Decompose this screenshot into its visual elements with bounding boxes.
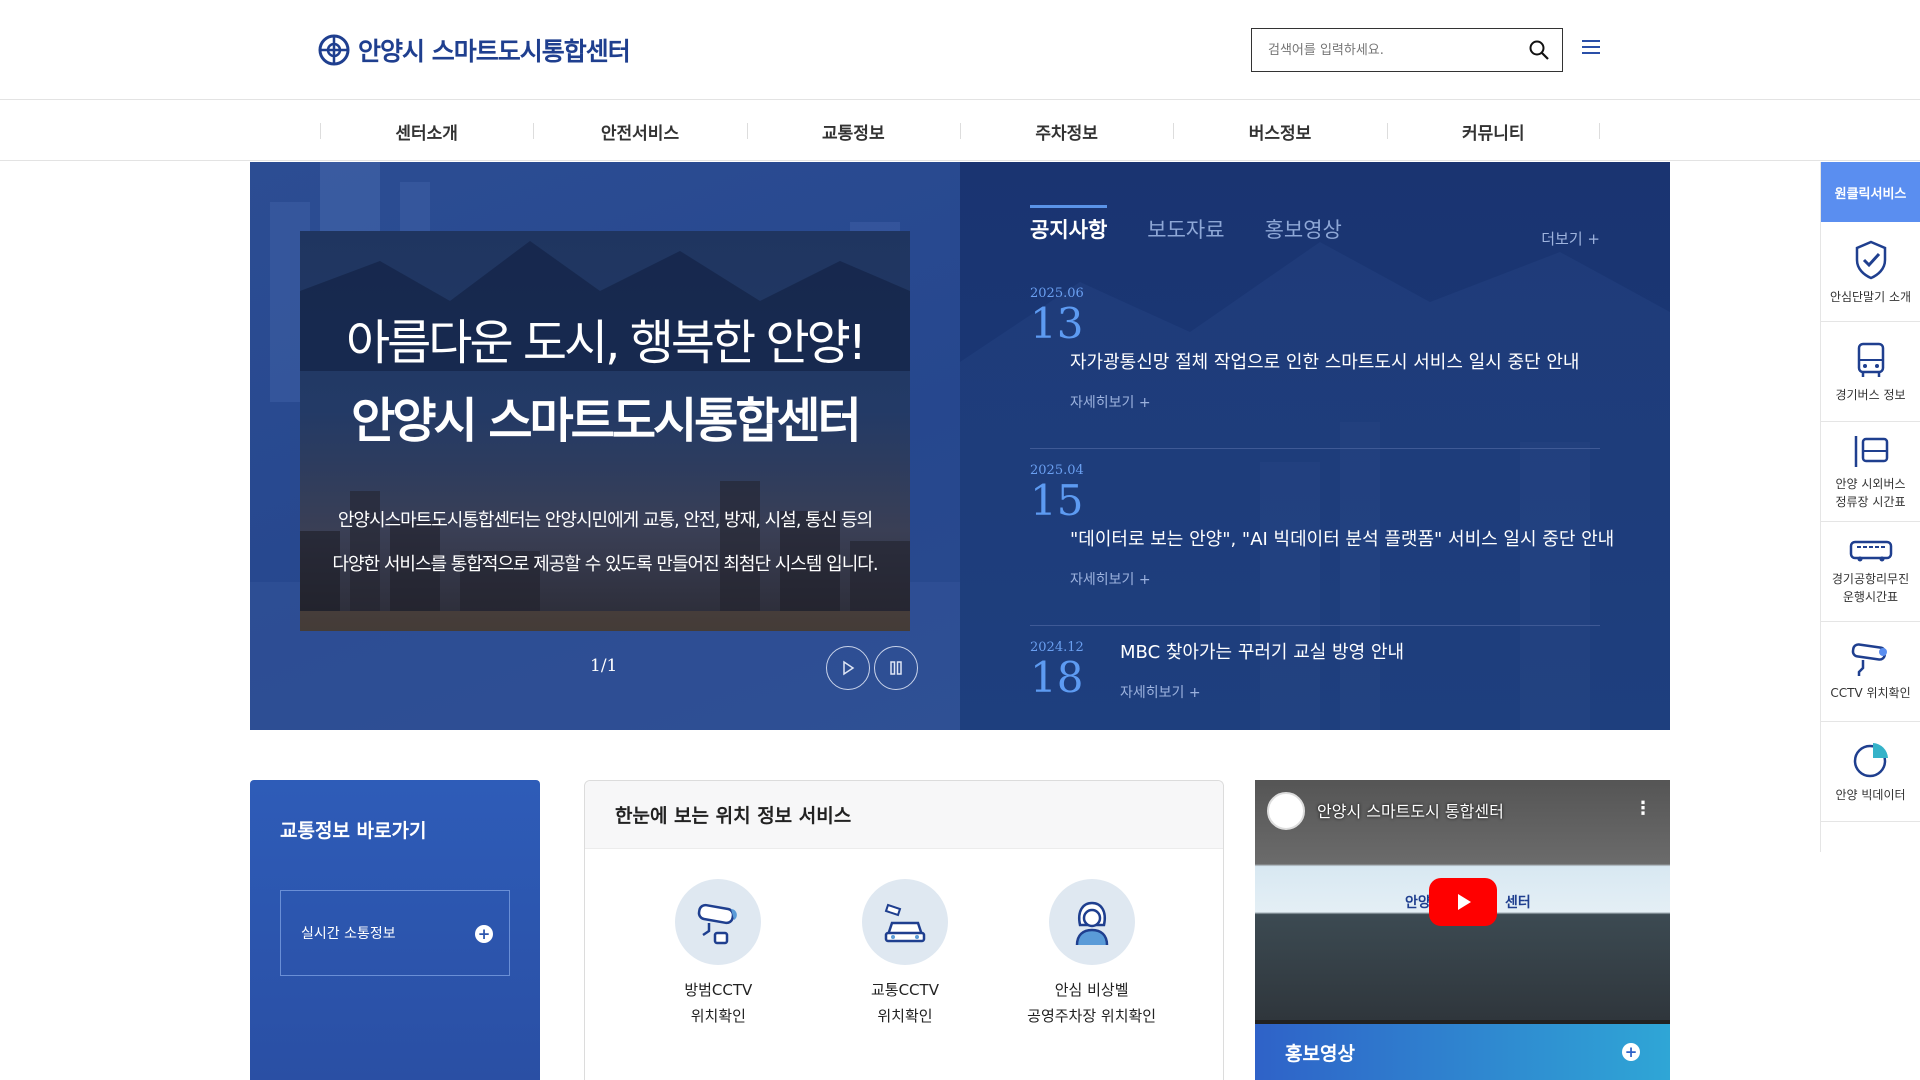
location-item-label: 안심 비상벨 [1054, 981, 1129, 999]
search-input[interactable] [1252, 29, 1512, 71]
pause-icon [890, 661, 902, 675]
location-service-title: 한눈에 보는 위치 정보 서비스 [585, 781, 1223, 849]
channel-logo[interactable] [1267, 792, 1305, 830]
divider [1030, 625, 1600, 626]
quick-item-label: 경기버스 정보 [1835, 387, 1906, 402]
notice-detail-link[interactable]: 자세히보기 + [1120, 682, 1201, 702]
quick-item-intercity-bus[interactable]: 안양 시외버스 정류장 시간표 [1821, 422, 1920, 522]
nav-item-bus-info[interactable]: 버스정보 [1173, 101, 1386, 161]
notice-title[interactable]: MBC 찾아가는 꾸러기 교실 방영 안내 [1120, 638, 1404, 664]
video-overlay-text-right: 센터 [1505, 895, 1531, 911]
notice-title[interactable]: 자가광통신망 절체 작업으로 인한 스마트도시 서비스 일시 중단 안내 [1070, 348, 1579, 374]
video-overlay-text-left: 안양 [1405, 895, 1431, 911]
location-item-label: 위치확인 [877, 1007, 933, 1025]
quick-item-label: 안양 빅데이터 [1835, 787, 1906, 802]
traffic-shortcut-title: 교통정보 바로가기 [280, 820, 427, 842]
slide-subtitle: 안양시 스마트도시통합센터 [351, 393, 862, 449]
quick-item-label: 운행시간표 [1842, 589, 1899, 604]
notice-tabs: 공지사항 보도자료 홍보영상 [1030, 205, 1342, 252]
slide-pause-button[interactable] [874, 646, 918, 690]
more-link[interactable]: 더보기 + [1541, 228, 1600, 249]
site-header: 안양시 스마트도시통합센터 [0, 0, 1920, 100]
quick-item-airport-limousine[interactable]: 경기공항리무진 운행시간표 [1821, 522, 1920, 622]
promo-video-label: 홍보영상 [1285, 1042, 1355, 1065]
cctv-camera-icon [698, 903, 738, 945]
slide-description-line-1: 안양시스마트도시통합센터는 안양시민에게 교통, 안전, 방재, 시설, 통신 … [337, 510, 873, 531]
tab-promo-video[interactable]: 홍보영상 [1265, 214, 1342, 252]
quick-item-gyeonggi-bus[interactable]: 경기버스 정보 [1821, 322, 1920, 422]
logo-emblem-icon [318, 34, 350, 66]
search-icon[interactable] [1528, 39, 1550, 61]
quick-item-label: CCTV 위치확인 [1830, 685, 1911, 700]
notice-detail-link[interactable]: 자세히보기 + [1070, 392, 1151, 412]
notice-board: 공지사항 보도자료 홍보영상 더보기 + 2025.06 13 자가광통신망 절… [960, 162, 1670, 730]
notice-title[interactable]: "데이터로 보는 안양", "AI 빅데이터 분석 플랫폼" 서비스 일시 중단… [1070, 525, 1614, 551]
notice-detail-link[interactable]: 자세히보기 + [1070, 569, 1151, 589]
realtime-traffic-label: 실시간 소통정보 [301, 926, 396, 942]
promo-video-link[interactable]: 홍보영상 + [1255, 1024, 1670, 1080]
slide-pager: 1/1 [590, 656, 618, 676]
shield-check-icon [1855, 240, 1886, 279]
nav-item-center-intro[interactable]: 센터소개 [320, 101, 533, 161]
play-icon [843, 660, 855, 676]
pie-chart-icon [1853, 742, 1888, 777]
quick-item-label: 정류장 시간표 [1835, 494, 1906, 509]
traffic-shortcut-panel: 교통정보 바로가기 실시간 소통정보 + [250, 780, 540, 1080]
slide-banner: 아름다운 도시, 행복한 안양! 안양시 스마트도시통합센터 안양시스마트도시통… [300, 231, 910, 631]
notice-item: 2025.06 13 자가광통신망 절체 작업으로 인한 스마트도시 서비스 일… [1030, 286, 1600, 449]
notice-year-month: 2025.04 [1030, 463, 1084, 478]
notice-day: 13 [1030, 299, 1084, 348]
divider [1030, 448, 1600, 449]
quick-item-label: 경기공항리무진 [1831, 571, 1910, 586]
slide-play-button[interactable] [826, 646, 870, 690]
more-options-icon[interactable]: ⋮ [1634, 798, 1652, 819]
notice-item: 2025.04 15 "데이터로 보는 안양", "AI 빅데이터 분석 플랫폼… [1030, 463, 1614, 626]
search-box [1251, 28, 1563, 72]
nav-item-safety-service[interactable]: 안전서비스 [533, 101, 746, 161]
limousine-bus-icon [1849, 540, 1892, 561]
bus-icon [1857, 342, 1884, 377]
quick-menu-title: 원클릭서비스 [1821, 162, 1920, 222]
location-item-label: 교통CCTV [870, 981, 939, 999]
bus-stop-icon [1854, 435, 1888, 467]
slide-title: 아름다운 도시, 행복한 안양! [345, 315, 867, 371]
hamburger-menu-icon[interactable] [1582, 40, 1600, 58]
location-service-panel: 한눈에 보는 위치 정보 서비스 방범CCTV 위치확인 교통CCTV 위치확인… [584, 780, 1224, 1080]
video-title[interactable]: 안양시 스마트도시 통합센터 [1317, 798, 1504, 822]
location-item-label: 공영주차장 위치확인 [1027, 1007, 1157, 1025]
quick-item-safe-terminal[interactable]: 안심단말기 소개 [1821, 222, 1920, 322]
woman-user-icon [1075, 901, 1108, 946]
hero-slider: 아름다운 도시, 행복한 안양! 안양시 스마트도시통합센터 안양시스마트도시통… [250, 162, 960, 730]
notice-item: 2024.12 18 MBC 찾아가는 꾸러기 교실 방영 안내 자세히보기 + [1030, 638, 1600, 702]
location-item-label: 위치확인 [690, 1007, 746, 1025]
tab-press[interactable]: 보도자료 [1147, 214, 1224, 252]
quick-menu: 원클릭서비스 안심단말기 소개 경기버스 정보 안양 시외버스 정류장 시간표 [1820, 162, 1920, 852]
quick-item-bigdata[interactable]: 안양 빅데이터 [1821, 722, 1920, 822]
quick-item-cctv-location[interactable]: CCTV 위치확인 [1821, 622, 1920, 722]
realtime-traffic-link[interactable]: 실시간 소통정보 + [280, 890, 510, 976]
notice-year-month: 2025.06 [1030, 286, 1084, 301]
logo-text: 안양시 스마트도시통합센터 [358, 37, 631, 66]
emergency-bell-location[interactable]: 안심 비상벨 공영주차장 위치확인 [1017, 879, 1167, 1029]
quick-item-label: 안심단말기 소개 [1829, 289, 1912, 304]
location-item-label: 방범CCTV [684, 981, 753, 999]
main-nav: 센터소개 안전서비스 교통정보 주차정보 버스정보 커뮤니티 [0, 101, 1920, 161]
quick-item-label: 안양 시외버스 [1835, 476, 1906, 491]
traffic-cctv-location[interactable]: 교통CCTV 위치확인 [830, 879, 980, 1029]
play-icon [1458, 894, 1471, 910]
tab-notice[interactable]: 공지사항 [1030, 205, 1108, 252]
nav-item-traffic-info[interactable]: 교통정보 [746, 101, 960, 161]
notice-day: 15 [1030, 476, 1084, 525]
plus-icon: + [475, 925, 493, 943]
slide-description-line-2: 다양한 서비스를 통합적으로 제공할 수 있도록 만들어진 최첨단 시스템 입니… [332, 554, 878, 575]
site-logo[interactable]: 안양시 스마트도시통합센터 [318, 30, 631, 70]
youtube-play-button[interactable] [1429, 878, 1497, 926]
traffic-camera-car-icon [884, 903, 926, 943]
plus-icon: + [1622, 1043, 1640, 1061]
nav-item-community[interactable]: 커뮤니티 [1386, 101, 1600, 161]
nav-item-parking-info[interactable]: 주차정보 [959, 101, 1173, 161]
cctv-camera-icon [1851, 642, 1887, 676]
crime-cctv-location[interactable]: 방범CCTV 위치확인 [643, 879, 793, 1029]
promo-video-panel: 안양시 스마트도시 통합센터 ⋮ 안양 센터 홍보영상 + [1255, 780, 1670, 1080]
